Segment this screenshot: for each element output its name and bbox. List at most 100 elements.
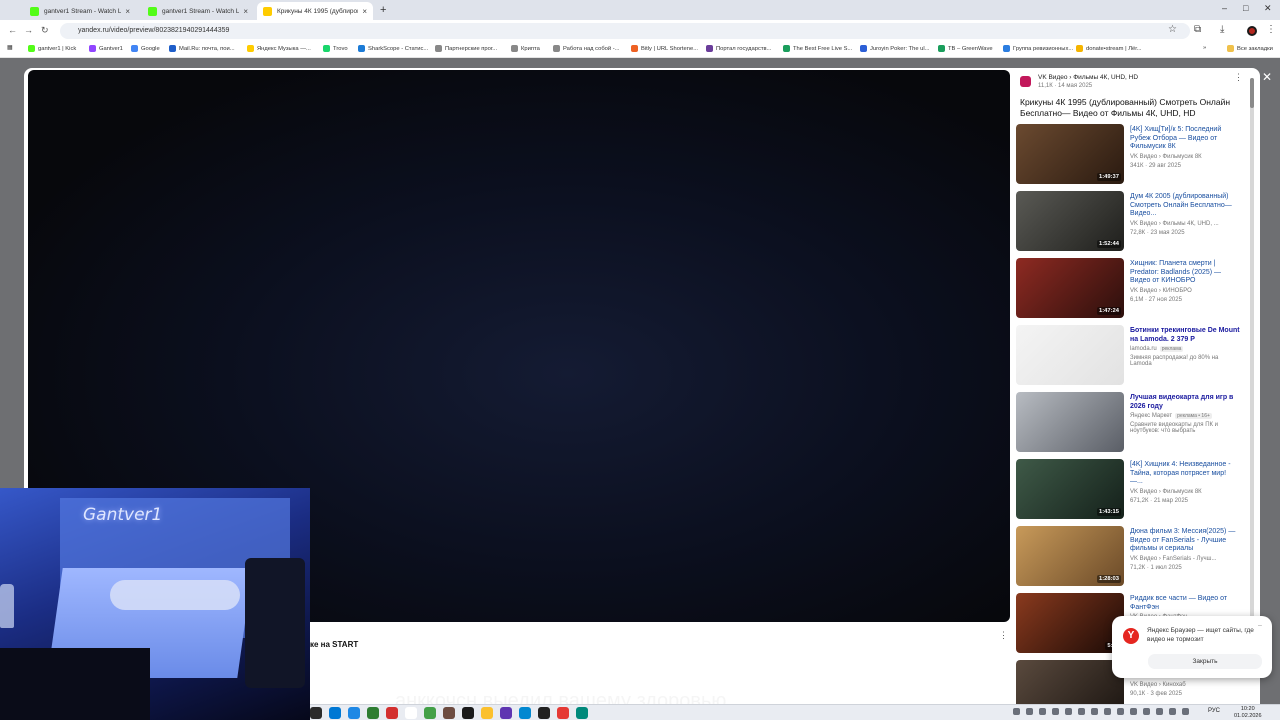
profile-avatar[interactable]: [1247, 26, 1257, 36]
video-title[interactable]: Риддик все части — Видео от ФантФэн: [1130, 595, 1240, 612]
address-bar[interactable]: yandex.ru/video/preview/8023821940291444…: [60, 23, 1190, 39]
bookmarks-overflow-icon[interactable]: »: [1203, 45, 1206, 51]
bookmark-item[interactable]: Google: [131, 45, 160, 52]
video-title[interactable]: Дум 4К 2005 (дублированный) Смотреть Онл…: [1130, 193, 1240, 219]
tray-icon[interactable]: [1026, 708, 1033, 715]
close-tab-icon[interactable]: ×: [362, 7, 367, 16]
video-thumbnail[interactable]: 1:28:03: [1016, 526, 1124, 586]
scrollbar-track[interactable]: [1250, 78, 1254, 638]
new-tab-button[interactable]: +: [380, 4, 386, 16]
bookmark-item[interactable]: Группа ревизионных...: [1003, 45, 1073, 52]
channel-name[interactable]: VK Видео › FanSerials - Лучш...: [1130, 556, 1217, 562]
video-thumbnail[interactable]: 1:43:15: [1016, 459, 1124, 519]
taskbar-app-icon[interactable]: [405, 707, 417, 719]
video-thumbnail[interactable]: 1:47:24: [1016, 258, 1124, 318]
tray-icon[interactable]: [1078, 708, 1085, 715]
bookmark-item[interactable]: gantver1 | Kick: [28, 45, 76, 52]
tray-icon[interactable]: [1091, 708, 1098, 715]
bookmark-star-icon[interactable]: ☆: [1168, 24, 1177, 35]
menu-icon[interactable]: ⋮: [1266, 24, 1276, 35]
bookmark-item[interactable]: donate•stream | Лёг...: [1076, 45, 1141, 52]
toast-close-button[interactable]: Закрыть: [1148, 654, 1262, 669]
bookmark-item[interactable]: The Best Free Live S...: [783, 45, 852, 52]
taskbar-app-icon[interactable]: [424, 707, 436, 719]
tray-icon[interactable]: [1052, 708, 1059, 715]
related-video-item[interactable]: 1:47:24 Хищник: Планета смерти | Predator…: [1016, 258, 1251, 320]
video-thumbnail[interactable]: [1016, 325, 1124, 385]
language-indicator[interactable]: РУС: [1208, 708, 1220, 714]
close-window-button[interactable]: ✕: [1264, 3, 1272, 14]
bookmark-item[interactable]: Крипта: [511, 45, 540, 52]
channel-name[interactable]: VK Видео › КИНОБРО: [1130, 288, 1192, 294]
forward-icon[interactable]: →: [24, 25, 33, 35]
tray-icon[interactable]: [1130, 708, 1137, 715]
all-bookmarks-button[interactable]: Все закладки: [1227, 45, 1273, 52]
related-video-item[interactable]: 1:28:03 Дюна фильм 3: Мессия(2025) — Виде…: [1016, 526, 1251, 588]
bookmark-item[interactable]: Работа над собой -...: [553, 45, 620, 52]
tray-icon[interactable]: [1169, 708, 1176, 715]
close-tab-icon[interactable]: ×: [243, 7, 248, 16]
related-video-item[interactable]: 1:52:44 Дум 4К 2005 (дублированный) Смотр…: [1016, 191, 1251, 253]
clock[interactable]: 10:20 01.02.2026: [1234, 706, 1262, 720]
downloads-icon[interactable]: ⤓: [1220, 24, 1224, 35]
channel-name[interactable]: VK Видео › Фильмы 4К, UHD, ...: [1130, 221, 1219, 227]
video-thumbnail[interactable]: 1:52:44: [1016, 191, 1124, 251]
video-thumbnail[interactable]: 1:49:37: [1016, 124, 1124, 184]
tray-icon[interactable]: [1039, 708, 1046, 715]
close-modal-icon[interactable]: ✕: [1262, 70, 1272, 84]
back-icon[interactable]: ←: [8, 25, 17, 35]
tray-icon[interactable]: [1065, 708, 1072, 715]
bookmark-item[interactable]: TB – GreenWave: [938, 45, 993, 52]
taskbar-app-icon[interactable]: [386, 707, 398, 719]
bookmark-item[interactable]: Портал государств...: [706, 45, 771, 52]
reload-icon[interactable]: ↻: [41, 25, 49, 36]
channel-name[interactable]: VK Видео › Кинохаб: [1130, 682, 1186, 688]
taskbar-app-icon[interactable]: [500, 707, 512, 719]
video-title[interactable]: Ботинки трекинговые De Mount на Lamoda. …: [1130, 327, 1240, 344]
bookmark-item[interactable]: SharkScope - Статис...: [358, 45, 428, 52]
tray-icon[interactable]: [1143, 708, 1150, 715]
minimize-button[interactable]: –: [1222, 3, 1227, 13]
related-video-item[interactable]: 1:49:37 [4K] Хищ[Ти]/к 5: Последний Рубеж…: [1016, 124, 1251, 186]
video-title[interactable]: [4K] Хищник 4: Неизведанное - Тайна, кот…: [1130, 461, 1240, 487]
video-title[interactable]: Лучшая видеокарта для игр в 2026 году: [1130, 394, 1240, 411]
video-title[interactable]: Дюна фильм 3: Мессия(2025) — Видео от Fa…: [1130, 528, 1240, 554]
taskbar-app-icon[interactable]: [519, 707, 531, 719]
video-title[interactable]: [4K] Хищ[Ти]/к 5: Последний Рубеж Отбора…: [1130, 126, 1240, 152]
tray-icon[interactable]: [1156, 708, 1163, 715]
source-more-icon[interactable]: ⋮: [1234, 72, 1243, 83]
taskbar-app-icon[interactable]: [576, 707, 588, 719]
ad-item[interactable]: Ботинки трекинговые De Mount на Lamoda. …: [1016, 325, 1251, 387]
taskbar-app-icon[interactable]: [310, 707, 322, 719]
channel-name[interactable]: Яндекс Маркет реклама • 16+: [1130, 413, 1212, 419]
channel-name[interactable]: VK Видео › Фильмусик 8К: [1130, 489, 1202, 495]
tray-icon[interactable]: [1182, 708, 1189, 715]
taskbar-app-icon[interactable]: [538, 707, 550, 719]
extensions-icon[interactable]: ⧉: [1194, 24, 1201, 35]
taskbar-app-icon[interactable]: [462, 707, 474, 719]
tray-icon[interactable]: [1117, 708, 1124, 715]
tray-icon[interactable]: [1013, 708, 1020, 715]
ad-item[interactable]: Лучшая видеокарта для игр в 2026 году Янд…: [1016, 392, 1251, 454]
video-title[interactable]: Хищник: Планета смерти | Predator: Badla…: [1130, 260, 1240, 286]
channel-name[interactable]: VK Видео › Фильмусик 8К: [1130, 154, 1202, 160]
bookmark-item[interactable]: Партнерские прог...: [435, 45, 497, 52]
tab-yandex-video[interactable]: Крикуны 4К 1995 (дублирова ×: [257, 2, 373, 20]
toast-dismiss-icon[interactable]: –: [1258, 622, 1262, 629]
taskbar-app-icon[interactable]: [557, 707, 569, 719]
close-tab-icon[interactable]: ×: [125, 7, 130, 16]
video-thumbnail[interactable]: [1016, 392, 1124, 452]
taskbar-app-icon[interactable]: [367, 707, 379, 719]
taskbar-app-icon[interactable]: [443, 707, 455, 719]
tray-icon[interactable]: [1104, 708, 1111, 715]
video-thumbnail[interactable]: 5:29: [1016, 593, 1124, 653]
video-source[interactable]: VK Видео › Фильмы 4К, UHD, HD 11,1К · 14…: [1020, 74, 1138, 89]
bookmark-item[interactable]: Mail.Ru: почта, пои...: [169, 45, 235, 52]
bookmark-item[interactable]: Яндекс Музыка —...: [247, 45, 311, 52]
apps-grid-icon[interactable]: ▦: [7, 45, 12, 51]
bookmark-item[interactable]: Trovo: [323, 45, 348, 52]
tab-kick-1[interactable]: gantver1 Stream - Watch Live o ×: [24, 2, 136, 20]
related-video-item[interactable]: 1:43:15 [4K] Хищник 4: Неизведанное - Тай…: [1016, 459, 1251, 521]
taskbar-app-icon[interactable]: [481, 707, 493, 719]
bookmark-item[interactable]: Gantver1: [89, 45, 123, 52]
